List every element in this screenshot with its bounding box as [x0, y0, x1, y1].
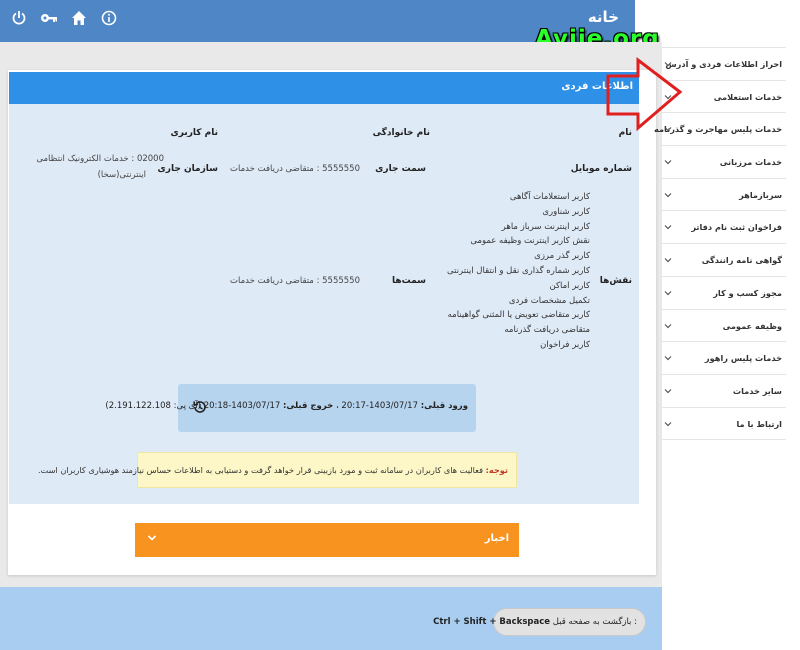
- notice-box: توجه: فعالیت های کاربران در سامانه ثبت و…: [38, 452, 517, 488]
- sidebar-item-label: فراخوان ثبت نام دفاتر: [691, 222, 782, 233]
- back-shortcut-button[interactable]: : بازگشت به صفحه قبل Ctrl + Shift + Back…: [433, 608, 646, 636]
- sidebar-item-label: گواهی نامه رانندگی: [701, 255, 782, 266]
- current-position-label: سمت جاری: [375, 164, 426, 174]
- role-item: کاربر گذر مرزی: [534, 251, 590, 262]
- sidebar-item-label: مجوز کسب و کار: [713, 287, 782, 298]
- role-item: کاربر فراخوان: [540, 339, 590, 350]
- current-org-value: 02000 : خدمات الکترونیک انتظامی: [36, 154, 164, 164]
- chevron-down-icon: [664, 225, 672, 230]
- role-item: تکمیل مشخصات فردی: [508, 295, 590, 306]
- sidebar-item-driving-license[interactable]: گواهی نامه رانندگی: [662, 244, 786, 277]
- roles-label: نقش‌ها: [599, 276, 632, 286]
- role-item: کاربر متقاضی تعویض یا المثنی گواهینامه: [447, 310, 590, 321]
- header-icons: [8, 7, 120, 29]
- role-item: کاربر اینترنت سرباز ماهر: [501, 221, 590, 232]
- back-shortcut-description: : بازگشت به صفحه قبل: [552, 617, 637, 627]
- sidebar-item-business-permit[interactable]: مجوز کسب و کار: [662, 277, 786, 310]
- sidebar-item-label: سربازماهر: [739, 189, 782, 200]
- news-label: اخبار: [484, 533, 509, 544]
- annotation-arrow-icon: [606, 56, 683, 132]
- role-item: کاربر استعلامات آگاهی: [509, 192, 590, 202]
- notice-text: توجه: فعالیت های کاربران در سامانه ثبت و…: [38, 465, 508, 475]
- home-icon[interactable]: [68, 7, 90, 29]
- sidebar-item-other-services[interactable]: سایر خدمات: [662, 375, 786, 408]
- chevron-down-icon: [664, 388, 672, 394]
- sidebar-item-label: وظیفه عمومی: [722, 320, 782, 331]
- last-login-text: ورود قبلی: 1403/07/17-20:17 ، خروج قبلی:…: [105, 401, 468, 411]
- card-header: اطلاعات فردی: [9, 72, 639, 104]
- sidebar-item-label: خدمات پلیس راهور: [704, 353, 782, 364]
- sidebar-item-military-service[interactable]: وظیفه عمومی: [662, 310, 786, 343]
- role-item: کاربر شماره گذاری نقل و انتقال اینترنتی: [447, 265, 590, 276]
- current-org-value-cont: اینترنتی(سخا): [97, 170, 146, 180]
- sidebar-item-traffic-police[interactable]: خدمات پلیس راهور: [662, 342, 786, 375]
- back-shortcut-keys: Ctrl + Shift + Backspace: [433, 617, 551, 627]
- sidebar-item-border-services[interactable]: خدمات مرزبانی: [662, 146, 786, 179]
- role-item: نقش کاربر اینترنت وظیفه عمومی: [470, 236, 590, 247]
- prev-login-value: 1403/07/17-20:17: [341, 401, 418, 411]
- chevron-down-icon: [664, 421, 672, 426]
- prev-logout-label: خروج قبلی:: [282, 401, 334, 411]
- news-panel[interactable]: اخبار: [135, 523, 519, 557]
- sidebar-item-label: خدمات استعلامی: [713, 91, 782, 102]
- power-icon[interactable]: [8, 7, 30, 29]
- sidebar-item-contact-us[interactable]: ارتباط با ما: [662, 408, 786, 441]
- last-login-box: ورود قبلی: 1403/07/17-20:17 ، خروج قبلی:…: [105, 384, 476, 432]
- positions-value: 5555550 : متقاضی دریافت خدمات: [230, 276, 360, 286]
- role-item: متقاضی دریافت گذرنامه: [504, 325, 590, 336]
- chevron-down-icon: [664, 290, 672, 296]
- chevron-down-icon: [664, 258, 672, 263]
- notice-label: توجه:: [485, 465, 508, 475]
- chevron-down-icon: [664, 192, 672, 198]
- ip-text: (آی پی: 2.191.122.108): [105, 401, 201, 411]
- mobile-label: شماره موبایل: [570, 164, 632, 174]
- sidebar-item-skilled-soldier[interactable]: سربازماهر: [662, 179, 786, 212]
- sidebar-item-label: سایر خدمات: [732, 385, 782, 396]
- current-org-label: سازمان جاری: [157, 164, 218, 174]
- positions-label: سمت‌ها: [391, 276, 426, 286]
- key-icon[interactable]: [38, 7, 60, 29]
- role-item: کاربر شناوری: [542, 206, 590, 217]
- chevron-down-icon: [147, 535, 157, 541]
- notice-message: فعالیت های کاربران در سامانه ثبت و مورد …: [37, 465, 484, 475]
- prev-login-label: ورود قبلی:: [420, 401, 468, 411]
- page-title: خانه: [587, 8, 619, 26]
- current-position-value: 5555550 : متقاضی دریافت خدمات: [230, 164, 360, 174]
- back-shortcut-text: : بازگشت به صفحه قبل Ctrl + Shift + Back…: [433, 617, 637, 627]
- history-icon: [193, 401, 206, 413]
- roles-list: کاربر استعلامات آگاهی کاربر شناوری کاربر…: [440, 190, 590, 353]
- prev-logout-value: 1403/07/17-20:18: [203, 401, 281, 411]
- family-label: نام خانوادگی: [372, 128, 430, 138]
- role-item: کاربر اماکن: [549, 280, 590, 291]
- username-label: نام کاربری: [170, 128, 218, 138]
- sidebar-item-label: ارتباط با ما: [736, 418, 782, 429]
- chevron-down-icon: [664, 356, 672, 361]
- sidebar-item-label: خدمات مرزبانی: [719, 157, 782, 168]
- chevron-down-icon: [664, 160, 672, 165]
- chevron-down-icon: [664, 323, 672, 328]
- info-icon[interactable]: [98, 7, 120, 29]
- sidebar-item-office-registration[interactable]: فراخوان ثبت نام دفاتر: [662, 211, 786, 245]
